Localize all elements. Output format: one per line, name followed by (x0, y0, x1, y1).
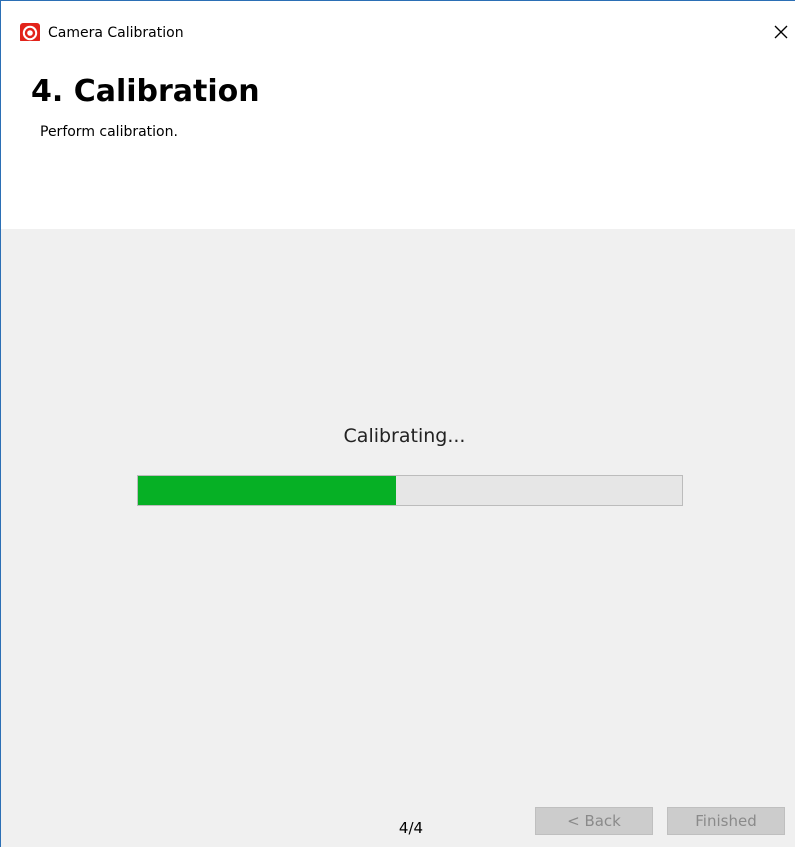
progress-fill (138, 476, 397, 505)
page-indicator: 4/4 (398, 819, 424, 837)
calibration-progress-bar (137, 475, 683, 506)
close-icon (774, 25, 788, 39)
wizard-header: 4. Calibration Perform calibration. (1, 41, 795, 229)
page-description: Perform calibration. (40, 124, 178, 140)
camera-calibration-icon (20, 23, 40, 43)
status-text: Calibrating... (343, 425, 466, 447)
finished-button[interactable]: Finished (667, 807, 785, 835)
page-title: 4. Calibration (31, 74, 260, 109)
back-button[interactable]: < Back (535, 807, 653, 835)
window-title: Camera Calibration (48, 25, 184, 41)
calibration-dialog: Camera Calibration 4. Calibration Perfor… (0, 0, 795, 847)
wizard-content: Calibrating... 4/4 < Back Finished (1, 229, 795, 847)
title-bar: Camera Calibration (1, 1, 795, 43)
